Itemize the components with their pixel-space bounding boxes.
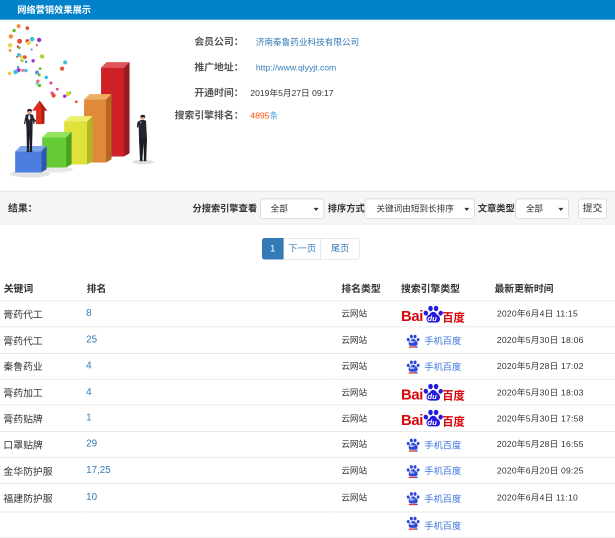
svg-text:Bai: Bai bbox=[402, 309, 424, 325]
svg-text:百度: 百度 bbox=[442, 309, 465, 325]
svg-text:du: du bbox=[410, 443, 415, 448]
svg-text:du: du bbox=[427, 418, 437, 427]
svg-text:du: du bbox=[410, 469, 415, 474]
svg-text:du: du bbox=[427, 314, 437, 323]
svg-text:du: du bbox=[410, 497, 415, 502]
svg-text:du: du bbox=[410, 521, 415, 526]
svg-text:du: du bbox=[410, 339, 415, 344]
svg-text:du: du bbox=[427, 392, 437, 401]
svg-text:百度: 百度 bbox=[442, 414, 465, 430]
svg-text:百度: 百度 bbox=[442, 388, 465, 404]
svg-text:Bai: Bai bbox=[402, 387, 424, 403]
svg-text:Bai: Bai bbox=[402, 413, 424, 429]
svg-text:du: du bbox=[410, 365, 415, 370]
